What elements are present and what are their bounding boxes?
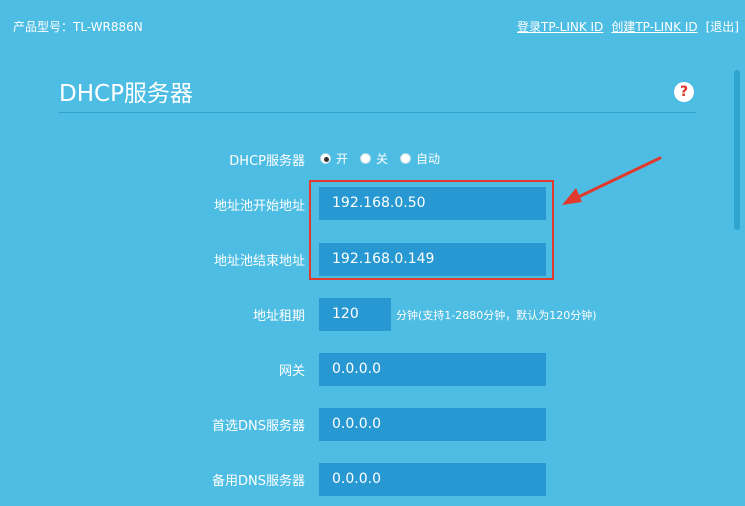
page-scrollbar[interactable]	[734, 70, 741, 506]
scrollbar-thumb[interactable]	[734, 70, 740, 230]
annotation-arrow-icon	[562, 156, 662, 205]
router-admin-page: 产品型号：TL-WR886N 登录TP-LINK ID 创建TP-LINK ID…	[0, 0, 745, 506]
